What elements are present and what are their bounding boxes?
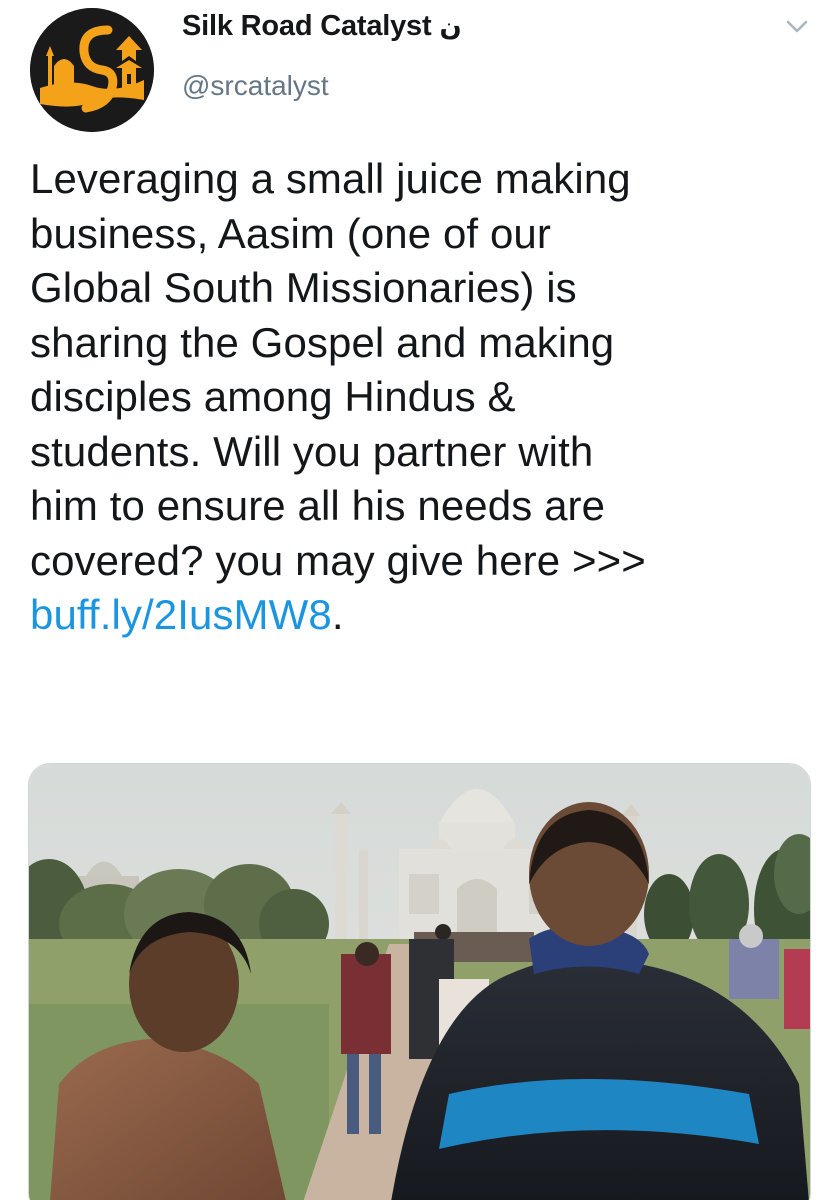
- avatar[interactable]: [30, 8, 154, 132]
- tweet-text-line: students. Will you partner with: [30, 427, 594, 475]
- taj-mahal-photo-icon: [29, 764, 810, 1200]
- tweet-link-trailing: .: [331, 591, 344, 638]
- tweet-text-line: covered? you may give here >>>: [30, 536, 646, 584]
- tweet-text-line: Global South Missionaries) is: [30, 264, 577, 311]
- account-name[interactable]: Silk Road Catalyst: [182, 10, 432, 42]
- tweet-photo[interactable]: [28, 763, 811, 1200]
- tweet-text-line: business, Aasim (one of our: [30, 209, 551, 257]
- tweet-text-line: disciples among Hindus &: [30, 373, 516, 420]
- tweet-menu-button[interactable]: [782, 12, 812, 42]
- chevron-down-icon: [786, 20, 808, 33]
- tweet-text: Leveraging a small juice making business…: [30, 152, 820, 643]
- tweet-link-line: buff.ly/2IusMW8.: [30, 588, 820, 643]
- tweet-text-line: sharing the Gospel and making: [30, 318, 615, 366]
- silk-road-catalyst-logo-icon: [30, 8, 154, 132]
- tweet-link[interactable]: buff.ly/2IusMW8: [30, 591, 332, 638]
- account-handle[interactable]: @srcatalyst: [182, 70, 329, 102]
- tweet-text-line: him to ensure all his needs are: [30, 482, 606, 529]
- tweet-text-line: Leveraging a small juice making: [30, 155, 631, 202]
- account-name-suffix: ن: [439, 11, 462, 41]
- tweet-card: Silk Road Catalyst ن @srcatalyst Leveragi…: [0, 0, 834, 1200]
- display-name: Silk Road Catalyst ن: [182, 10, 462, 43]
